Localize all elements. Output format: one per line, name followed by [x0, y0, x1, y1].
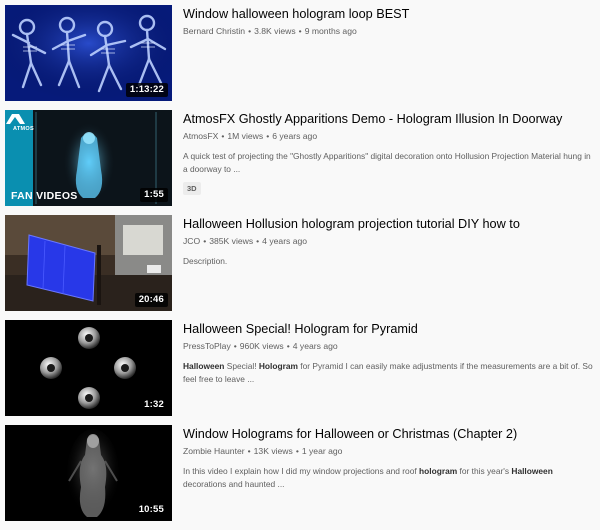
video-result[interactable]: 1:32 Halloween Special! Hologram for Pyr… [0, 320, 600, 425]
desc-fragment: In this video I explain how I did my win… [183, 466, 420, 476]
channel-name[interactable]: AtmosFX [183, 131, 218, 141]
view-count: 13K views [253, 446, 293, 456]
video-title[interactable]: Halloween Hollusion hologram projection … [183, 216, 593, 232]
video-result[interactable]: ATMOS FAN VIDEOS 1:55 AtmosFX Ghostly Ap… [0, 110, 600, 215]
video-result[interactable]: 1:13:22 Window halloween hologram loop B… [0, 5, 600, 110]
channel-name[interactable]: JCO [183, 236, 200, 246]
video-thumbnail[interactable]: 1:32 [5, 320, 172, 416]
desc-fragment: Halloween [511, 466, 553, 476]
view-count: 960K views [239, 341, 284, 351]
video-duration: 1:13:22 [125, 83, 168, 97]
channel-name[interactable]: Zombie Haunter [183, 446, 245, 456]
upload-age: 9 months ago [304, 26, 357, 36]
upload-age: 4 years ago [292, 341, 338, 351]
fan-videos-label: FAN VIDEOS [11, 190, 78, 202]
video-info: Halloween Special! Hologram for Pyramid … [183, 320, 593, 386]
video-result[interactable]: 10:55 Window Holograms for Halloween or … [0, 425, 600, 530]
video-duration: 10:55 [134, 503, 168, 517]
desc-fragment: Hologram [258, 361, 298, 371]
video-info: Window halloween hologram loop BEST Bern… [183, 5, 593, 37]
brand-tag: ATMOS [13, 126, 34, 132]
video-description: A quick test of projecting the "Ghostly … [183, 151, 591, 174]
video-duration: 20:46 [134, 293, 168, 307]
desc-fragment: Special! [224, 361, 259, 371]
video-duration: 1:55 [140, 188, 168, 202]
channel-name[interactable]: PressToPlay [183, 341, 231, 351]
video-info: Window Holograms for Halloween or Christ… [183, 425, 593, 491]
view-count: 385K views [209, 236, 254, 246]
upload-age: 1 year ago [301, 446, 343, 456]
video-meta: PressToPlay • 960K views • 4 years ago [183, 341, 338, 351]
video-thumbnail[interactable]: 1:13:22 [5, 5, 172, 101]
upload-age: 4 years ago [262, 236, 308, 246]
desc-fragment: Halloween [183, 361, 225, 371]
video-meta: Zombie Haunter • 13K views • 1 year ago [183, 446, 343, 456]
video-info: AtmosFX Ghostly Apparitions Demo - Holog… [183, 110, 593, 196]
video-result[interactable]: 20:46 Halloween Hollusion hologram proje… [0, 215, 600, 320]
video-info: Halloween Hollusion hologram projection … [183, 215, 593, 268]
desc-fragment: decorations and haunted ... [183, 479, 285, 489]
video-title[interactable]: Window halloween hologram loop BEST [183, 6, 593, 22]
upload-age: 6 years ago [272, 131, 318, 141]
channel-name[interactable]: Bernard Christin [183, 26, 245, 36]
video-description: Description. [183, 256, 228, 266]
3d-badge: 3D [183, 182, 201, 195]
video-title[interactable]: Window Holograms for Halloween or Christ… [183, 426, 593, 442]
view-count: 1M views [227, 131, 264, 141]
desc-fragment: hologram [419, 466, 458, 476]
video-title[interactable]: AtmosFX Ghostly Apparitions Demo - Holog… [183, 111, 593, 127]
video-thumbnail[interactable]: 10:55 [5, 425, 172, 521]
video-description: Halloween Special! Hologram for Pyramid … [183, 360, 593, 386]
video-results-list: 1:13:22 Window halloween hologram loop B… [0, 0, 600, 523]
video-thumbnail[interactable]: ATMOS FAN VIDEOS 1:55 [5, 110, 172, 206]
video-meta: AtmosFX • 1M views • 6 years ago [183, 131, 318, 141]
video-description: In this video I explain how I did my win… [183, 465, 593, 491]
video-meta: Bernard Christin • 3.8K views • 9 months ago [183, 26, 357, 36]
video-thumbnail[interactable]: 20:46 [5, 215, 172, 311]
video-title[interactable]: Halloween Special! Hologram for Pyramid [183, 321, 593, 337]
video-meta: JCO • 385K views • 4 years ago [183, 236, 308, 246]
view-count: 3.8K views [254, 26, 296, 36]
video-duration: 1:32 [140, 398, 168, 412]
desc-fragment: for this year's [457, 466, 512, 476]
